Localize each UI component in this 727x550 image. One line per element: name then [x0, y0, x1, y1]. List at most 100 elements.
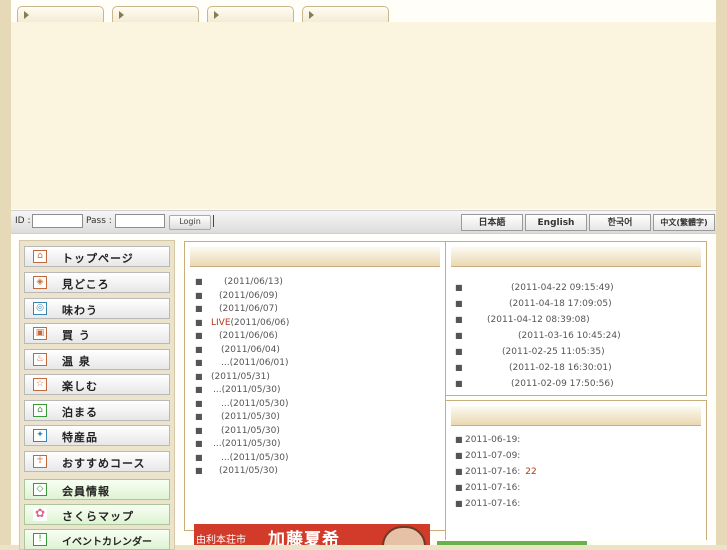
- news-box-header: [190, 247, 440, 267]
- promo-banner[interactable]: 由利本荘市 加藤夏希: [194, 524, 430, 545]
- promo-banner-city: 由利本荘市: [196, 535, 246, 545]
- news-item[interactable]: ■ (2011/05/31): [195, 370, 289, 384]
- news-date: ...(2011/05/30): [221, 452, 289, 463]
- update-item[interactable]: ■ (2011-04-18 17:09:05): [455, 296, 621, 312]
- shopping-icon: ▣: [33, 327, 47, 340]
- login-button[interactable]: Login: [169, 215, 211, 230]
- top-tab-2[interactable]: [112, 6, 199, 22]
- event-date: 2011-06-19:: [465, 435, 521, 445]
- sakura-icon: ✿: [33, 506, 47, 521]
- news-date: (2011/05/31): [211, 371, 270, 382]
- enjoy-icon: ☆: [33, 378, 47, 391]
- password-input[interactable]: [115, 214, 165, 228]
- news-item[interactable]: ■ (2011/06/09): [195, 289, 289, 303]
- news-date: (2011/06/04): [221, 344, 280, 355]
- news-date: (2011/06/13): [224, 277, 283, 287]
- menu-item-label: さくらマップ: [62, 510, 134, 523]
- top-tab-1[interactable]: [17, 6, 104, 22]
- menu-item-top-page[interactable]: ⌂ トップページ: [24, 246, 170, 267]
- updates-list: ■ (2011-04-22 09:15:49) ■ (2011-04-18 17:0…: [455, 280, 621, 392]
- events-box-header: [451, 406, 701, 426]
- event-item[interactable]: ■ 2011-07-09:: [455, 448, 537, 464]
- green-banner-edge: [437, 541, 587, 545]
- news-date: (2011/06/06): [219, 331, 278, 341]
- event-item[interactable]: ■ 2011-07-16:: [455, 496, 537, 512]
- id-label: ID :: [15, 216, 31, 226]
- menu-item-label: トップページ: [62, 252, 134, 265]
- play-arrow-icon: [119, 11, 124, 19]
- pass-label: Pass :: [86, 216, 112, 226]
- lang-japanese-button[interactable]: 日本語: [461, 214, 523, 231]
- update-item[interactable]: ■ (2011-02-25 11:05:35): [455, 344, 621, 360]
- calendar-icon: !: [33, 533, 47, 546]
- event-item[interactable]: ■ 2011-06-19:: [455, 432, 537, 448]
- menu-item-specialty[interactable]: ✦ 特産品: [24, 425, 170, 446]
- news-date: (2011/05/30): [219, 466, 278, 476]
- update-item[interactable]: ■ (2011-03-16 10:45:24): [455, 328, 621, 344]
- news-item[interactable]: ■ ...(2011/06/01): [195, 356, 289, 370]
- news-date: (2011/05/30): [221, 425, 280, 436]
- update-item[interactable]: ■ (2011-02-09 17:50:56): [455, 376, 621, 392]
- top-tab-3[interactable]: [207, 6, 294, 22]
- event-date: 2011-07-09:: [465, 451, 521, 461]
- news-date: (2011/06/06): [230, 317, 290, 328]
- id-input[interactable]: [32, 214, 83, 228]
- news-item[interactable]: ■ (2011/06/07): [195, 302, 289, 316]
- news-date: ...(2011/05/30): [213, 439, 281, 449]
- menu-item-hot-spring[interactable]: ♨ 温 泉: [24, 349, 170, 370]
- news-date: ...(2011/05/30): [213, 385, 281, 395]
- event-item[interactable]: ■ 2011-07-16:: [455, 480, 537, 496]
- news-date: (2011/06/07): [219, 304, 278, 314]
- menu-item-label: 見どころ: [62, 278, 110, 291]
- menu-item-shopping[interactable]: ▣ 買 う: [24, 323, 170, 344]
- updates-box-header: [451, 247, 701, 267]
- update-date: (2011-03-16 10:45:24): [518, 331, 621, 341]
- lang-english-button[interactable]: English: [525, 214, 587, 231]
- menu-item-enjoy[interactable]: ☆ 楽しむ: [24, 374, 170, 395]
- specialty-icon: ✦: [33, 429, 47, 442]
- sidebar-menu: ⌂ トップページ ◈ 見どころ ◎ 味わう ▣ 買 う ♨ 温 泉 ☆ 楽しむ …: [19, 240, 175, 550]
- menu-item-sights[interactable]: ◈ 見どころ: [24, 272, 170, 293]
- update-date: (2011-04-18 17:09:05): [509, 299, 612, 309]
- event-date: 2011-07-16:: [465, 499, 521, 509]
- update-item[interactable]: ■ (2011-04-22 09:15:49): [455, 280, 621, 296]
- news-item[interactable]: ■ (2011/05/30): [195, 410, 289, 424]
- top-tab-4[interactable]: [302, 6, 389, 22]
- update-item[interactable]: ■ (2011-04-12 08:39:08): [455, 312, 621, 328]
- event-item[interactable]: ■ 2011-07-16: 22: [455, 464, 537, 480]
- update-date: (2011-04-12 08:39:08): [487, 315, 590, 325]
- portrait-image: [382, 526, 426, 545]
- course-icon: ☥: [33, 455, 47, 468]
- news-item[interactable]: ■ (2011/06/06): [195, 329, 289, 343]
- news-item[interactable]: ■ LIVE(2011/06/06): [195, 316, 289, 330]
- news-item[interactable]: ■ (2011/05/30): [195, 464, 289, 478]
- news-item[interactable]: ■ (2011/06/13): [195, 275, 289, 289]
- menu-item-member[interactable]: ◇ 会員情報: [24, 479, 170, 500]
- lang-chinese-button[interactable]: 中文(繁體字): [653, 214, 715, 231]
- news-item[interactable]: ■ ...(2011/05/30): [195, 437, 289, 451]
- lodging-icon: ⌂: [33, 404, 47, 417]
- food-icon: ◎: [33, 302, 47, 315]
- menu-item-label: 会員情報: [62, 485, 110, 498]
- menu-item-course[interactable]: ☥ おすすめコース: [24, 451, 170, 472]
- lang-korean-button[interactable]: 한국어: [589, 214, 651, 231]
- menu-item-label: 買 う: [62, 329, 91, 342]
- login-bar: ID : Pass : Login 日本語 English 한국어 中文(繁體字…: [11, 210, 716, 234]
- menu-item-sakura-map[interactable]: ✿ さくらマップ: [24, 504, 170, 525]
- news-date: (2011/05/30): [221, 412, 280, 422]
- news-item[interactable]: ■ (2011/06/04): [195, 343, 289, 357]
- menu-item-food[interactable]: ◎ 味わう: [24, 298, 170, 319]
- news-list: ■ (2011/06/13) ■ (2011/06/09) ■ (2011/06/07…: [195, 275, 289, 478]
- menu-item-label: 特産品: [62, 431, 98, 444]
- event-date: 2011-07-16:: [465, 467, 521, 477]
- news-item[interactable]: ■ ...(2011/05/30): [195, 451, 289, 465]
- news-item[interactable]: ■ (2011/05/30): [195, 424, 289, 438]
- menu-item-event-calendar[interactable]: ! イベントカレンダー: [24, 529, 170, 550]
- menu-item-lodging[interactable]: ⌂ 泊まる: [24, 400, 170, 421]
- member-icon: ◇: [33, 483, 47, 496]
- play-arrow-icon: [309, 11, 314, 19]
- news-item[interactable]: ■ ...(2011/05/30): [195, 383, 289, 397]
- news-item[interactable]: ■ ...(2011/05/30): [195, 397, 289, 411]
- update-item[interactable]: ■ (2011-02-18 16:30:01): [455, 360, 621, 376]
- home-icon: ⌂: [33, 250, 47, 263]
